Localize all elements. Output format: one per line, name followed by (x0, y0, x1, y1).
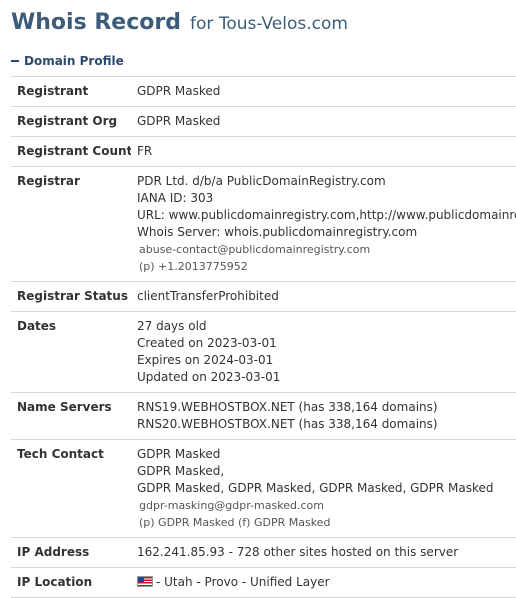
row-dates: Dates 27 days old Created on 2023-03-01 … (11, 311, 516, 393)
row-registrant: Registrant GDPR Masked (11, 76, 516, 107)
updated-date: Updated on 2023-03-01 (137, 370, 281, 384)
value-dates: 27 days old Created on 2023-03-01 Expire… (131, 311, 516, 393)
title-domain: for Tous-Velos.com (190, 14, 348, 34)
row-registrar-status: Registrar Status clientTransferProhibite… (11, 281, 516, 312)
registrar-abuse-email: abuse-contact@publicdomainregistry.com (139, 243, 371, 256)
value-ip-location-cell: - Utah - Provo - Unified Layer (131, 567, 516, 598)
tech-contact-email: gdpr-masking@gdpr-masked.com (139, 499, 324, 512)
registrar-url: URL: www.publicdomainregistry.com,http:/… (137, 208, 516, 222)
section-label: Domain Profile (24, 54, 124, 68)
label-dates: Dates (11, 311, 131, 393)
row-ip-address: IP Address 162.241.85.93 - 728 other sit… (11, 537, 516, 568)
label-registrar-status: Registrar Status (11, 281, 131, 312)
label-name-servers: Name Servers (11, 392, 131, 440)
name-server-2: RNS20.WEBHOSTBOX.NET (has 338,164 domain… (137, 417, 438, 431)
value-ip-location: - Utah - Provo - Unified Layer (156, 575, 330, 589)
label-ip-location: IP Location (11, 567, 131, 598)
row-registrant-country: Registrant Country FR (11, 136, 516, 167)
tech-contact-phone-fax: (p) GDPR Masked (f) GDPR Masked (139, 516, 331, 529)
label-tech-contact: Tech Contact (11, 439, 131, 538)
registrar-whois-server: Whois Server: whois.publicdomainregistry… (137, 225, 418, 239)
domain-age: 27 days old (137, 319, 207, 333)
label-ip-address: IP Address (11, 537, 131, 568)
collapse-icon (11, 60, 19, 62)
title-main: Whois Record (11, 10, 181, 35)
row-registrar: Registrar PDR Ltd. d/b/a PublicDomainReg… (11, 166, 516, 282)
name-server-1: RNS19.WEBHOSTBOX.NET (has 338,164 domain… (137, 400, 438, 414)
value-registrant-country: FR (131, 136, 516, 167)
tech-contact-org: GDPR Masked, (137, 464, 225, 478)
row-tech-contact: Tech Contact GDPR Masked GDPR Masked, GD… (11, 439, 516, 538)
value-registrant: GDPR Masked (131, 76, 516, 107)
label-registrant: Registrant (11, 76, 131, 107)
created-date: Created on 2023-03-01 (137, 336, 277, 350)
value-registrant-org: GDPR Masked (131, 106, 516, 137)
domain-profile-toggle[interactable]: Domain Profile (11, 54, 124, 68)
whois-table: Registrant GDPR Masked Registrant Org GD… (11, 76, 516, 598)
label-registrar: Registrar (11, 166, 131, 282)
value-ip-address: 162.241.85.93 - 728 other sites hosted o… (131, 537, 516, 568)
value-registrar: PDR Ltd. d/b/a PublicDomainRegistry.com … (131, 166, 516, 282)
tech-contact-name: GDPR Masked (137, 447, 221, 461)
label-registrant-country: Registrant Country (11, 136, 131, 167)
row-ip-location: IP Location - Utah - Provo - Unified Lay… (11, 567, 516, 598)
registrar-phone: (p) +1.2013775952 (139, 260, 248, 273)
row-registrant-org: Registrant Org GDPR Masked (11, 106, 516, 137)
registrar-name: PDR Ltd. d/b/a PublicDomainRegistry.com (137, 174, 386, 188)
value-name-servers: RNS19.WEBHOSTBOX.NET (has 338,164 domain… (131, 392, 516, 440)
value-registrar-status: clientTransferProhibited (131, 281, 516, 312)
expires-date: Expires on 2024-03-01 (137, 353, 274, 367)
us-flag-icon (137, 576, 153, 587)
tech-contact-address: GDPR Masked, GDPR Masked, GDPR Masked, G… (137, 481, 494, 495)
value-tech-contact: GDPR Masked GDPR Masked, GDPR Masked, GD… (131, 439, 516, 538)
row-name-servers: Name Servers RNS19.WEBHOSTBOX.NET (has 3… (11, 392, 516, 440)
label-registrant-org: Registrant Org (11, 106, 131, 137)
page-title: Whois Record for Tous-Velos.com (11, 10, 348, 35)
registrar-iana: IANA ID: 303 (137, 191, 214, 205)
